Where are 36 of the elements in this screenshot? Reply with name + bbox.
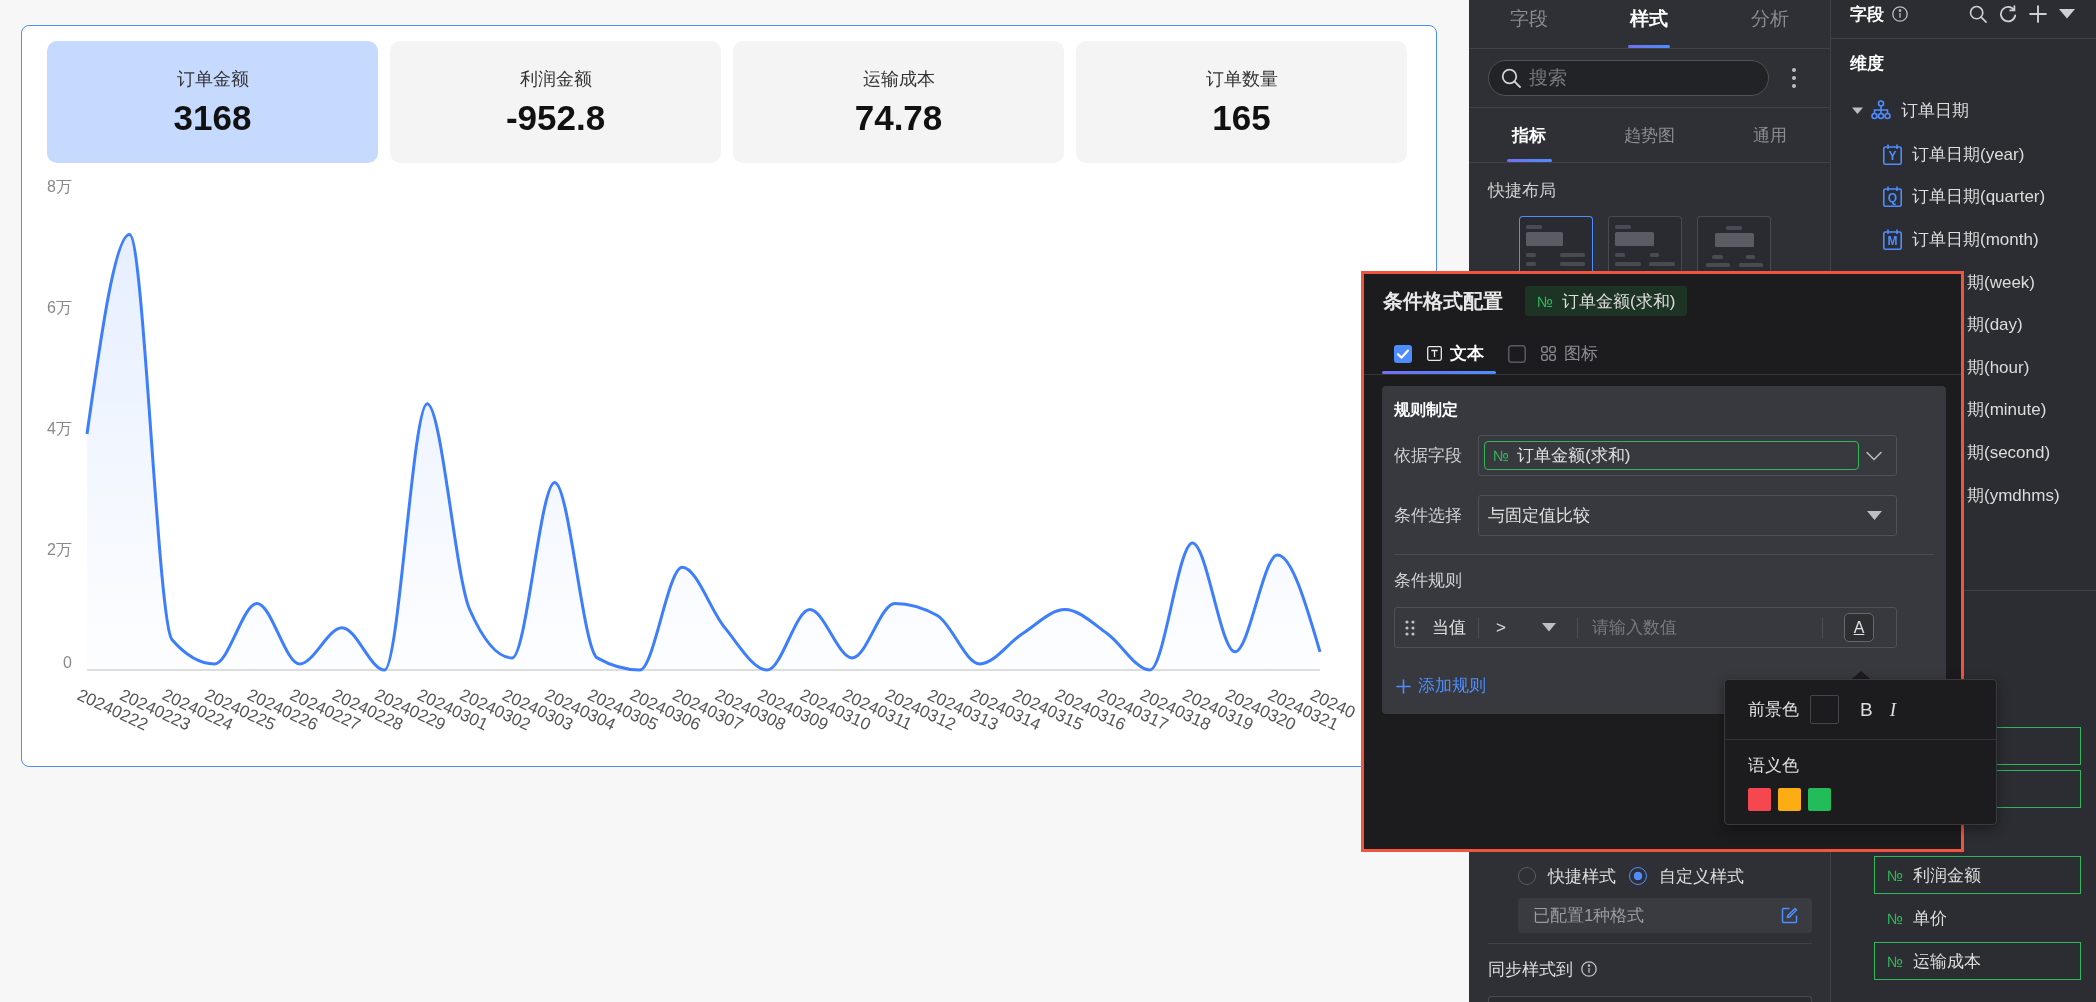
number-type-icon: №: [1887, 909, 1904, 927]
number-type-icon: №: [1493, 447, 1510, 464]
kpi-label: 订单数量: [1205, 68, 1278, 91]
kpi-value: 165: [1212, 98, 1271, 138]
semantic-color-label: 语义色: [1748, 755, 1799, 777]
section-title: 维度: [1850, 53, 1884, 75]
kpi-label: 利润金额: [519, 68, 592, 91]
y-axis-label: 0: [63, 653, 72, 671]
kpi-value: 74.78: [854, 98, 943, 138]
kpi-value: -952.8: [505, 98, 606, 138]
sync-style-label: 同步样式到: [1488, 958, 1573, 981]
y-axis-label: 6万: [47, 298, 72, 316]
calendar-icon: Y: [1883, 143, 1902, 165]
form-label: 依据字段: [1394, 445, 1463, 467]
kpi-label: 运输成本: [862, 68, 935, 91]
number-type-icon: №: [1887, 952, 1904, 970]
panel-heading: 条件规则: [1394, 570, 1462, 592]
rule-subject: 当值: [1432, 617, 1466, 639]
y-axis-label: 8万: [47, 177, 72, 195]
kpi-value: 3168: [173, 98, 252, 138]
calendar-icon: Q: [1883, 186, 1902, 208]
number-type-icon: №: [1537, 292, 1554, 310]
form-label: 条件选择: [1394, 505, 1463, 527]
foreground-color-label: 前景色: [1748, 698, 1799, 721]
panel-heading: 规则制定: [1394, 400, 1458, 420]
dialog-title: 条件格式配置: [1383, 288, 1503, 314]
kpi-label: 订单金额: [176, 68, 249, 91]
field-chip: № 订单金额(求和): [1484, 441, 1859, 470]
panel-title: 字段: [1850, 3, 1884, 26]
format-summary-text: 已配置1种格式: [1533, 905, 1645, 927]
section-title: 快捷布局: [1488, 180, 1556, 202]
y-axis-label: 2万: [47, 540, 72, 558]
calendar-icon: M: [1883, 229, 1902, 250]
number-type-icon: №: [1887, 866, 1904, 884]
field-tag: № 订单金额(求和): [1525, 286, 1688, 316]
y-axis-label: 4万: [47, 419, 72, 437]
